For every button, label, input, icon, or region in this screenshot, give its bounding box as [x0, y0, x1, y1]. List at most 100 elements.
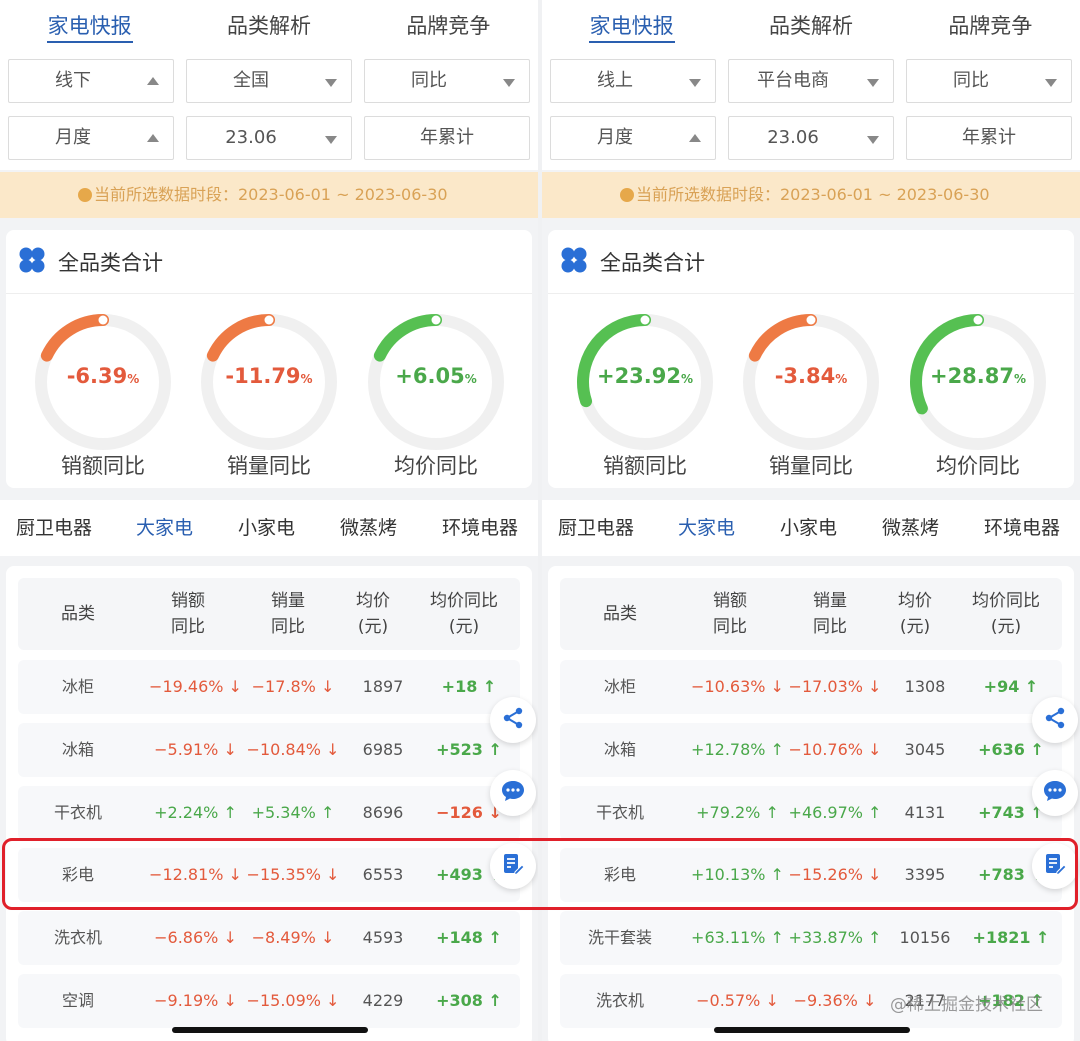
category-tab-4[interactable]: 环境电器: [984, 500, 1060, 556]
cell-sales: −5.91% ↓: [154, 740, 237, 759]
column-header-4: 均价同比 (元): [430, 591, 498, 637]
cell-sales: +12.78% ↑: [691, 740, 784, 759]
filter-value: 年累计: [962, 127, 1016, 148]
gauge-number: +28.87: [929, 364, 1014, 388]
banner-text: 当前所选数据时段：2023-06-01 ~ 2023-06-30: [94, 185, 448, 204]
category-tab-1[interactable]: 大家电: [136, 500, 193, 556]
category-tab-0[interactable]: 厨卫电器: [16, 500, 92, 556]
nav-tab-1[interactable]: 品类解析: [179, 0, 358, 52]
table-row[interactable]: 冰箱 −5.91% ↓ −10.84% ↓ 6985 +523 ↑: [18, 723, 520, 777]
filter-value: 月度: [597, 127, 633, 148]
table-row[interactable]: 洗衣机 −6.86% ↓ −8.49% ↓ 4593 +148 ↑: [18, 911, 520, 965]
table-row[interactable]: 冰柜 −10.63% ↓ −17.03% ↓ 1308 +94 ↑: [560, 660, 1062, 714]
top-nav: 家电快报 品类解析 品牌竞争: [542, 0, 1080, 52]
edit-note-button[interactable]: [490, 843, 536, 889]
nav-tab-0[interactable]: 家电快报: [0, 0, 179, 52]
nav-tab-2[interactable]: 品牌竞争: [901, 0, 1080, 52]
gauge-value: +28.87%: [895, 364, 1061, 388]
gauge-label: 销量同比: [227, 454, 311, 478]
gauge-2: +28.87% 均价同比: [895, 300, 1061, 480]
cell-delta: +308 ↑: [436, 991, 502, 1010]
cell-name: 冰箱: [603, 740, 636, 759]
gauge-label: 均价同比: [394, 454, 478, 478]
cell-name: 干衣机: [53, 803, 102, 822]
filter-select-4[interactable]: 23.06: [728, 116, 894, 160]
cell-name: 空调: [61, 991, 94, 1010]
filter-select-2[interactable]: 同比: [364, 59, 530, 103]
table-header: 品类 销额 同比 销量 同比 均价 (元) 均价同比 (元): [18, 578, 520, 650]
table-row[interactable]: 干衣机 +79.2% ↑ +46.97% ↑ 4131 +743 ↑: [560, 786, 1062, 840]
nav-tab-1[interactable]: 品类解析: [721, 0, 900, 52]
cell-sales: −0.57% ↓: [696, 991, 779, 1010]
table-row[interactable]: 冰箱 +12.78% ↑ −10.76% ↓ 3045 +636 ↑: [560, 723, 1062, 777]
category-tab-1[interactable]: 大家电: [678, 500, 735, 556]
cell-sales: −19.46% ↓: [149, 677, 242, 696]
filter-value: 同比: [953, 70, 989, 91]
edit-note-icon: [1043, 852, 1067, 880]
cell-price: 6985: [362, 740, 404, 759]
gauge-label: 销额同比: [61, 454, 145, 478]
filter-select-5[interactable]: 年累计: [364, 116, 530, 160]
table-row[interactable]: 洗干套装 +63.11% ↑ +33.87% ↑ 10156 +1821 ↑: [560, 911, 1062, 965]
gauge-knob: [640, 315, 650, 325]
caret-down-icon: [867, 79, 879, 87]
nav-tab-2[interactable]: 品牌竞争: [359, 0, 538, 52]
table-row[interactable]: 空调 −9.19% ↓ −15.09% ↓ 4229 +308 ↑: [18, 974, 520, 1028]
table-row[interactable]: 干衣机 +2.24% ↑ +5.34% ↑ 8696 −126 ↓: [18, 786, 520, 840]
nav-tab-0[interactable]: 家电快报: [542, 0, 721, 52]
category-tab-3[interactable]: 微蒸烤: [882, 500, 939, 556]
category-tab-2[interactable]: 小家电: [780, 500, 837, 556]
category-tabs: 厨卫电器 大家电 小家电 微蒸烤 环境电器: [0, 500, 538, 556]
filter-select-0[interactable]: 线上: [550, 59, 716, 103]
table-row[interactable]: 彩电 −12.81% ↓ −15.35% ↓ 6553 +493 ↑: [18, 848, 520, 902]
share-button[interactable]: [490, 697, 536, 743]
filter-select-3[interactable]: 月度: [550, 116, 716, 160]
gauge-value: -3.84%: [728, 364, 894, 388]
category-table: 品类 销额 同比 销量 同比 均价 (元) 均价同比 (元) 冰柜 −19.46% ↓ −17…: [6, 566, 532, 1041]
category-tab-2[interactable]: 小家电: [238, 500, 295, 556]
info-dot-icon: [78, 188, 92, 202]
cell-vol: −17.03% ↓: [788, 677, 882, 696]
home-indicator: [714, 1027, 910, 1033]
cell-price: 1897: [362, 677, 404, 696]
category-tab-4[interactable]: 环境电器: [442, 500, 518, 556]
chat-icon: [500, 778, 526, 808]
chat-button[interactable]: [1032, 770, 1078, 816]
cell-vol: −17.8% ↓: [251, 677, 335, 696]
filter-select-0[interactable]: 线下: [8, 59, 174, 103]
caret-up-icon: [147, 134, 159, 142]
cell-name: 洗衣机: [53, 928, 102, 947]
category-tab-3[interactable]: 微蒸烤: [340, 500, 397, 556]
caret-down-icon: [503, 79, 515, 87]
filter-select-1[interactable]: 平台电商: [728, 59, 894, 103]
grid-dots-icon: [560, 246, 588, 278]
category-tab-0[interactable]: 厨卫电器: [558, 500, 634, 556]
filter-select-4[interactable]: 23.06: [186, 116, 352, 160]
panel-offline: 家电快报 品类解析 品牌竞争线下 全国 同比月度 23.06 年累计当前所选数据时段：202…: [0, 0, 538, 1041]
edit-note-button[interactable]: [1032, 843, 1078, 889]
share-button[interactable]: [1032, 697, 1078, 743]
filter-select-3[interactable]: 月度: [8, 116, 174, 160]
filter-select-2[interactable]: 同比: [906, 59, 1072, 103]
gauge-unit: %: [127, 372, 140, 386]
card-title: 全品类合计: [600, 250, 705, 275]
gauge-knob: [806, 315, 816, 325]
share-icon: [1043, 706, 1067, 734]
card-header: 全品类合计: [548, 230, 1074, 294]
table-row[interactable]: 冰柜 −19.46% ↓ −17.8% ↓ 1897 +18 ↑: [18, 660, 520, 714]
caret-down-icon: [689, 79, 701, 87]
chat-button[interactable]: [490, 770, 536, 816]
cell-sales: −6.86% ↓: [154, 928, 237, 947]
cell-sales: +10.13% ↑: [691, 865, 784, 884]
filter-value: 线上: [597, 70, 633, 91]
filter-select-5[interactable]: 年累计: [906, 116, 1072, 160]
home-indicator: [172, 1027, 368, 1033]
cell-vol: −15.35% ↓: [246, 865, 340, 884]
filter-bar: 线下 全国 同比月度 23.06 年累计: [0, 52, 538, 170]
cell-price: 6553: [362, 865, 404, 884]
table-row[interactable]: 彩电 +10.13% ↑ −15.26% ↓ 3395 +783 ↑: [560, 848, 1062, 902]
cell-vol: +33.87% ↑: [788, 928, 882, 947]
filter-select-1[interactable]: 全国: [186, 59, 352, 103]
gauge-number: -3.84: [774, 364, 836, 388]
gauge-unit: %: [300, 372, 313, 386]
